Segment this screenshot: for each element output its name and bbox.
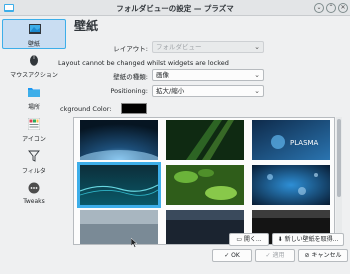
chevron-down-icon: ⌄ bbox=[254, 71, 260, 79]
apply-label: 適用 bbox=[272, 252, 285, 259]
wallpaper-type-combobox[interactable]: 画像 ⌄ bbox=[152, 69, 264, 81]
wallpaper-icon bbox=[29, 24, 41, 34]
page-title: 壁紙 bbox=[74, 19, 99, 33]
wallpaper-thumbnail[interactable] bbox=[166, 120, 244, 160]
positioning-label: Positioning: bbox=[110, 87, 148, 95]
sidebar-item-label: 壁紙 bbox=[27, 41, 40, 48]
wallpaper-thumbnail[interactable]: PLASMA bbox=[252, 120, 330, 160]
scrollbar-handle[interactable] bbox=[337, 119, 341, 197]
cancel-button[interactable]: ⊘ キャンセル bbox=[298, 249, 348, 262]
sidebar-item-label: 場所 bbox=[27, 104, 40, 111]
window-title: フォルダビューの設定 — プラズマ bbox=[116, 4, 234, 13]
ok-label: OK bbox=[231, 252, 240, 259]
icons-grid-icon bbox=[28, 118, 40, 130]
chevron-down-icon: ⌄ bbox=[254, 87, 260, 95]
sidebar-item-wallpaper[interactable]: 壁紙 bbox=[2, 19, 66, 49]
wallpaper-type-label: 壁紙の種類: bbox=[113, 73, 148, 81]
positioning-value: 拡大/縮小 bbox=[156, 87, 185, 95]
apply-button[interactable]: ✓ 適用 bbox=[255, 249, 295, 262]
layout-combobox[interactable]: フォルダビュー ⌄ bbox=[152, 41, 264, 53]
locked-notice: Layout cannot be changed whilst widgets … bbox=[58, 59, 229, 67]
positioning-combobox[interactable]: 拡大/縮小 ⌄ bbox=[152, 85, 264, 97]
wallpaper-grid-scrollbar[interactable] bbox=[336, 117, 342, 245]
sidebar-item-icons[interactable]: アイコン bbox=[2, 115, 66, 145]
layout-value: フォルダビュー bbox=[156, 43, 202, 51]
sidebar-item-mouse-actions[interactable]: マウスアクション bbox=[2, 51, 66, 81]
folder-icon bbox=[28, 88, 40, 97]
mouse-icon bbox=[30, 55, 38, 66]
checkmark-icon: ✓ bbox=[224, 252, 230, 259]
sidebar-item-label: Tweaks bbox=[23, 198, 45, 205]
close-button[interactable]: ✕ bbox=[338, 3, 348, 13]
wallpaper-grid[interactable]: PLASMA bbox=[73, 117, 335, 245]
sidebar-item-location[interactable]: 場所 bbox=[2, 83, 66, 113]
sidebar-item-label: フィルタ bbox=[22, 168, 46, 175]
cancel-icon: ⊘ bbox=[304, 252, 310, 259]
download-icon: ⬇ bbox=[277, 236, 283, 243]
maximize-button[interactable]: ⌃ bbox=[326, 3, 336, 13]
wallpaper-thumbnail-selected[interactable] bbox=[77, 162, 161, 208]
dialog-button-box: ✓ OK ✓ 適用 ⊘ キャンセル bbox=[0, 249, 350, 274]
sidebar-item-label: アイコン bbox=[22, 136, 46, 143]
background-color-label: ckground Color: bbox=[60, 105, 112, 113]
category-sidebar: 壁紙 マウスアクション 場所 アイコン フィルタ Tweaks bbox=[0, 17, 68, 261]
open-button-label: 開く... bbox=[243, 236, 262, 243]
wallpaper-thumbnail[interactable] bbox=[80, 120, 158, 160]
wallpaper-thumbnail[interactable] bbox=[252, 165, 330, 205]
get-new-wallpapers-button[interactable]: ⬇ 新しい壁紙を取得... bbox=[272, 233, 344, 246]
chevron-down-icon: ⌄ bbox=[254, 43, 260, 51]
background-color-button[interactable] bbox=[121, 103, 147, 114]
wallpaper-thumbnail[interactable] bbox=[166, 165, 244, 205]
sidebar-item-tweaks[interactable]: Tweaks bbox=[2, 179, 66, 209]
cancel-label: キャンセル bbox=[311, 252, 342, 259]
checkmark-icon: ✓ bbox=[265, 252, 271, 259]
mouse-cursor-icon bbox=[131, 238, 138, 248]
open-wallpaper-button[interactable]: ▭ 開く... bbox=[229, 233, 269, 246]
wallpaper-settings-page: 壁紙 レイアウト: フォルダビュー ⌄ Layout cannot be cha… bbox=[58, 17, 344, 261]
sidebar-item-label: マウスアクション bbox=[10, 72, 58, 79]
tweaks-icon bbox=[28, 182, 40, 194]
wallpaper-thumbnail[interactable] bbox=[80, 210, 158, 245]
wallpaper-type-value: 画像 bbox=[156, 71, 169, 79]
ok-button[interactable]: ✓ OK bbox=[212, 249, 252, 262]
thumbnail-caption: PLASMA bbox=[290, 139, 319, 147]
filter-icon bbox=[28, 150, 40, 162]
new-wallpapers-label: 新しい壁紙を取得... bbox=[284, 236, 339, 243]
minimize-button[interactable]: ⌄ bbox=[314, 3, 324, 13]
folder-open-icon: ▭ bbox=[236, 236, 242, 243]
window-titlebar[interactable]: フォルダビューの設定 — プラズマ ⌄ ⌃ ✕ bbox=[0, 0, 350, 16]
layout-label: レイアウト: bbox=[113, 45, 148, 53]
sidebar-item-filter[interactable]: フィルタ bbox=[2, 147, 66, 177]
